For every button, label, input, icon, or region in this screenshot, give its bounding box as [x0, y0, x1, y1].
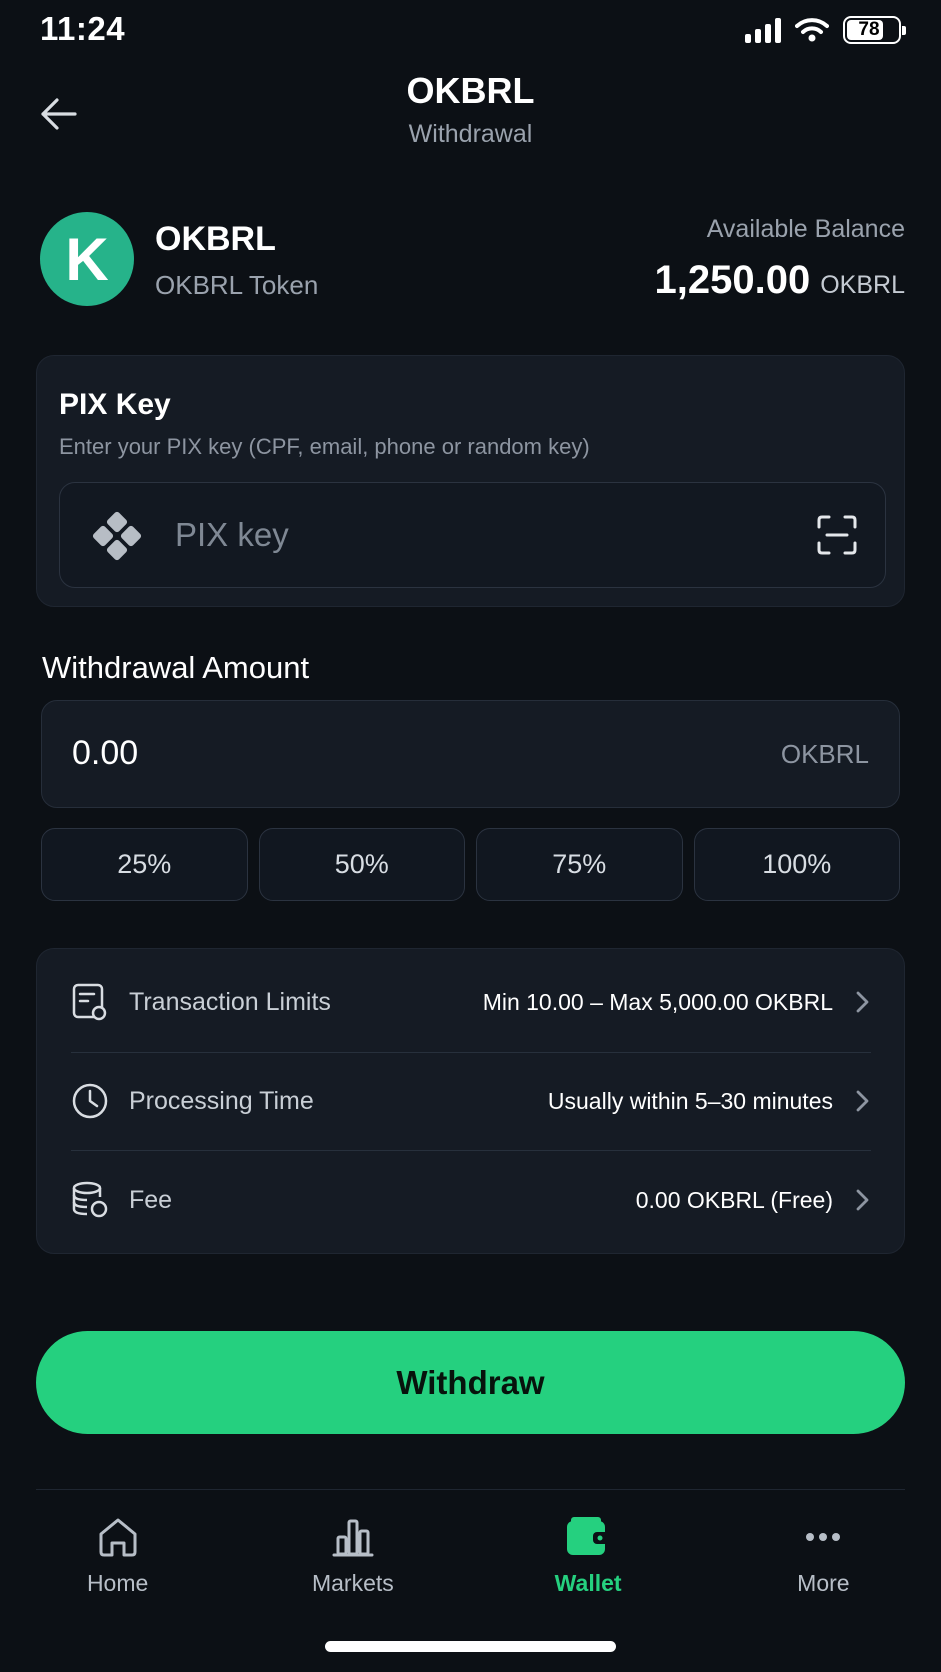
pix-icon — [92, 511, 142, 561]
withdrawal-info-card: Transaction Limits Min 10.00 – Max 5,000… — [36, 948, 905, 1254]
withdrawal-screen: 11:24 78 OKBRL Withdrawal K OKBRL OKBRL … — [0, 0, 941, 1672]
nav-item-markets[interactable]: Markets — [235, 1500, 470, 1610]
token-full-name: OKBRL Token — [155, 270, 319, 300]
home-indicator[interactable] — [325, 1641, 616, 1652]
nav-label: More — [797, 1570, 850, 1596]
coins-icon — [71, 1181, 109, 1219]
info-label: Processing Time — [129, 1086, 314, 1115]
chevron-right-icon — [856, 1090, 869, 1112]
chevron-right-icon — [856, 991, 869, 1013]
more-dots-icon — [798, 1512, 848, 1562]
info-label: Fee — [129, 1185, 173, 1214]
pix-key-card: PIX Key Enter your PIX key (CPF, email, … — [36, 355, 905, 607]
pix-key-placeholder: PIX key — [175, 516, 289, 553]
nav-divider — [36, 1489, 905, 1490]
token-name: OKBRL — [155, 220, 276, 258]
withdrawal-amount-input[interactable]: 0.00 OKBRL — [41, 700, 900, 808]
status-icons: 78 — [745, 14, 906, 46]
pix-key-input[interactable]: PIX key — [59, 482, 886, 588]
scan-icon[interactable] — [817, 515, 857, 555]
info-label: Transaction Limits — [129, 987, 331, 1016]
status-bar: 11:24 78 — [0, 0, 941, 60]
page-title: OKBRL — [406, 70, 535, 111]
info-value: 0.00 OKBRL (Free) — [635, 1186, 833, 1213]
token-logo: K — [40, 212, 134, 306]
nav-label: Home — [86, 1570, 149, 1596]
withdraw-button[interactable]: Withdraw — [36, 1331, 905, 1434]
chevron-right-icon — [856, 1189, 869, 1211]
wallet-icon — [563, 1512, 613, 1562]
nav-label: Wallet — [554, 1570, 622, 1596]
nav-item-more[interactable]: More — [706, 1500, 941, 1610]
amount-value: 0.00 — [72, 734, 139, 772]
page-subtitle: Withdrawal — [408, 120, 533, 148]
available-balance: 1,250.00 OKBRL — [655, 258, 905, 303]
bar-chart-icon — [328, 1512, 378, 1562]
fee-row[interactable]: Fee 0.00 OKBRL (Free) — [71, 1151, 871, 1249]
processing-time-row[interactable]: Processing Time Usually within 5–30 minu… — [71, 1052, 871, 1150]
home-icon — [93, 1512, 143, 1562]
balance-label: Available Balance — [706, 215, 905, 243]
bottom-nav: Home Markets Wallet More — [0, 1500, 941, 1610]
pix-key-description: Enter your PIX key (CPF, email, phone or… — [59, 434, 590, 459]
percent-50-button[interactable]: 50% — [258, 828, 465, 901]
info-value: Min 10.00 – Max 5,000.00 OKBRL — [482, 988, 833, 1015]
wifi-icon — [795, 18, 829, 42]
balance-unit: OKBRL — [820, 271, 905, 299]
nav-item-home[interactable]: Home — [0, 1500, 235, 1610]
withdrawal-amount-label: Withdrawal Amount — [42, 650, 310, 685]
percent-25-button[interactable]: 25% — [41, 828, 248, 901]
nav-label: Markets — [311, 1570, 394, 1596]
status-time: 11:24 — [40, 10, 126, 47]
percent-buttons: 25% 50% 75% 100% — [41, 828, 900, 901]
nav-item-wallet[interactable]: Wallet — [471, 1500, 706, 1610]
battery-level: 78 — [858, 19, 880, 40]
pix-key-title: PIX Key — [59, 388, 171, 421]
balance-value: 1,250.00 — [654, 258, 811, 302]
amount-unit: OKBRL — [780, 739, 869, 769]
percent-100-button[interactable]: 100% — [693, 828, 900, 901]
transaction-limits-row[interactable]: Transaction Limits Min 10.00 – Max 5,000… — [71, 953, 871, 1051]
battery-icon: 78 — [843, 16, 906, 44]
clock-icon — [71, 1082, 109, 1120]
percent-75-button[interactable]: 75% — [476, 828, 683, 901]
receipt-icon — [71, 983, 109, 1021]
cellular-signal-icon — [745, 17, 781, 43]
info-value: Usually within 5–30 minutes — [547, 1087, 833, 1114]
